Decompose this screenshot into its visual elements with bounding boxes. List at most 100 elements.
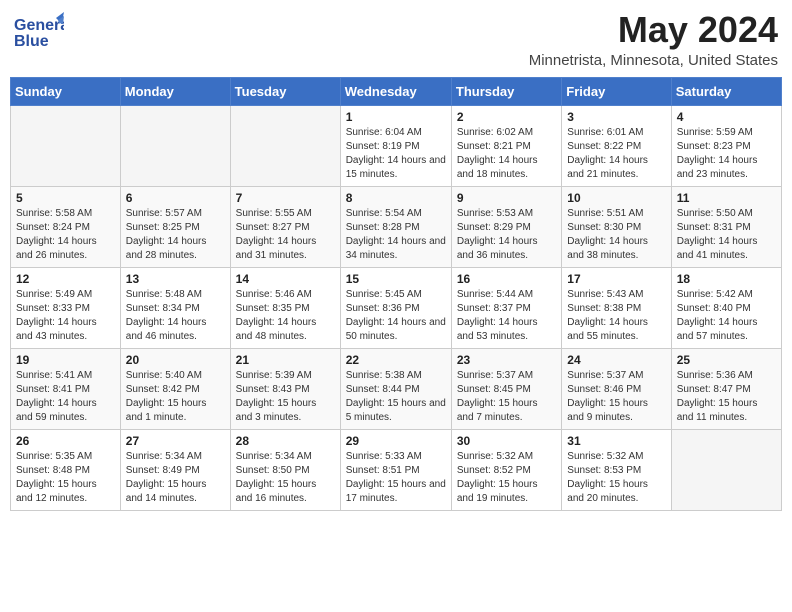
calendar-header-row: SundayMondayTuesdayWednesdayThursdayFrid… [11,77,782,105]
day-info: Sunrise: 5:55 AMSunset: 8:27 PMDaylight:… [236,207,335,263]
calendar-day-cell: 26 Sunrise: 5:35 AMSunset: 8:48 PMDayligh… [11,429,121,510]
calendar-day-cell: 12 Sunrise: 5:49 AMSunset: 8:33 PMDayligh… [11,267,121,348]
calendar-week-row: 1 Sunrise: 6:04 AMSunset: 8:19 PMDaylight… [11,105,782,186]
day-number: 2 [457,110,556,124]
day-info: Sunrise: 6:04 AMSunset: 8:19 PMDaylight:… [346,126,446,182]
calendar-day-cell: 14Sunrise: 5:46 AMSunset: 8:35 PMDayligh… [230,267,340,348]
day-info: Sunrise: 5:59 AMSunset: 8:23 PMDaylight:… [677,126,776,182]
calendar-day-cell [11,105,121,186]
day-number: 6 [126,191,225,205]
day-info: Sunrise: 5:35 AMSunset: 8:48 PMDaylight:… [16,450,115,506]
day-number: 27 [126,434,225,448]
day-info: Sunrise: 5:42 AMSunset: 8:40 PMDaylight:… [677,288,776,344]
day-number: 3 [567,110,665,124]
day-info: Sunrise: 5:49 AMSunset: 8:33 PMDaylight:… [16,288,115,344]
day-number: 23 [457,353,556,367]
calendar-day-cell: 27Sunrise: 5:34 AMSunset: 8:49 PMDayligh… [120,429,230,510]
day-number: 20 [126,353,225,367]
day-number: 11 [677,191,776,205]
calendar-day-cell: 13 Sunrise: 5:48 AMSunset: 8:34 PMDayligh… [120,267,230,348]
calendar-day-cell: 18 Sunrise: 5:42 AMSunset: 8:40 PMDayligh… [671,267,781,348]
calendar-day-cell: 9Sunrise: 5:53 AMSunset: 8:29 PMDaylight… [451,186,561,267]
calendar-day-cell: 20Sunrise: 5:40 AMSunset: 8:42 PMDayligh… [120,348,230,429]
day-number: 26 [16,434,115,448]
day-info: Sunrise: 5:50 AMSunset: 8:31 PMDaylight:… [677,207,776,263]
day-info: Sunrise: 5:33 AMSunset: 8:51 PMDaylight:… [346,450,446,506]
day-number: 10 [567,191,665,205]
calendar-day-cell: 29Sunrise: 5:33 AMSunset: 8:51 PMDayligh… [340,429,451,510]
day-of-week-header: Sunday [11,77,121,105]
logo-icon: General Blue [14,10,64,55]
calendar-day-cell: 11 Sunrise: 5:50 AMSunset: 8:31 PMDayligh… [671,186,781,267]
day-info: Sunrise: 5:36 AMSunset: 8:47 PMDaylight:… [677,369,776,425]
day-info: Sunrise: 5:34 AMSunset: 8:50 PMDaylight:… [236,450,335,506]
day-info: Sunrise: 5:32 AMSunset: 8:53 PMDaylight:… [567,450,665,506]
day-number: 5 [16,191,115,205]
calendar-day-cell: 3 Sunrise: 6:01 AMSunset: 8:22 PMDaylight… [562,105,671,186]
calendar-day-cell: 24 Sunrise: 5:37 AMSunset: 8:46 PMDayligh… [562,348,671,429]
day-number: 12 [16,272,115,286]
calendar-day-cell: 2Sunrise: 6:02 AMSunset: 8:21 PMDaylight… [451,105,561,186]
calendar-day-cell [671,429,781,510]
day-info: Sunrise: 5:32 AMSunset: 8:52 PMDaylight:… [457,450,556,506]
day-number: 24 [567,353,665,367]
day-number: 30 [457,434,556,448]
calendar-day-cell: 17 Sunrise: 5:43 AMSunset: 8:38 PMDayligh… [562,267,671,348]
calendar-day-cell: 4 Sunrise: 5:59 AMSunset: 8:23 PMDaylight… [671,105,781,186]
calendar-day-cell: 30 Sunrise: 5:32 AMSunset: 8:52 PMDayligh… [451,429,561,510]
svg-text:General: General [14,17,64,34]
day-of-week-header: Thursday [451,77,561,105]
calendar-week-row: 19 Sunrise: 5:41 AMSunset: 8:41 PMDayligh… [11,348,782,429]
calendar-day-cell: 19 Sunrise: 5:41 AMSunset: 8:41 PMDayligh… [11,348,121,429]
day-info: Sunrise: 5:57 AMSunset: 8:25 PMDaylight:… [126,207,225,263]
calendar-day-cell: 23Sunrise: 5:37 AMSunset: 8:45 PMDayligh… [451,348,561,429]
day-number: 14 [236,272,335,286]
day-number: 13 [126,272,225,286]
calendar-week-row: 26 Sunrise: 5:35 AMSunset: 8:48 PMDayligh… [11,429,782,510]
day-info: Sunrise: 5:54 AMSunset: 8:28 PMDaylight:… [346,207,446,263]
calendar-day-cell: 31Sunrise: 5:32 AMSunset: 8:53 PMDayligh… [562,429,671,510]
calendar-day-cell: 28Sunrise: 5:34 AMSunset: 8:50 PMDayligh… [230,429,340,510]
day-of-week-header: Monday [120,77,230,105]
calendar-day-cell: 22 Sunrise: 5:38 AMSunset: 8:44 PMDayligh… [340,348,451,429]
day-info: Sunrise: 5:45 AMSunset: 8:36 PMDaylight:… [346,288,446,344]
calendar-day-cell: 25 Sunrise: 5:36 AMSunset: 8:47 PMDayligh… [671,348,781,429]
location-title: Minnetrista, Minnesota, United States [529,52,778,69]
day-info: Sunrise: 5:51 AMSunset: 8:30 PMDaylight:… [567,207,665,263]
day-info: Sunrise: 6:01 AMSunset: 8:22 PMDaylight:… [567,126,665,182]
page-header: General Blue May 2024 Minnetrista, Minne… [10,10,782,69]
calendar-day-cell: 5 Sunrise: 5:58 AMSunset: 8:24 PMDaylight… [11,186,121,267]
month-title: May 2024 [529,10,778,50]
day-number: 16 [457,272,556,286]
day-number: 15 [346,272,446,286]
day-number: 17 [567,272,665,286]
day-number: 1 [346,110,446,124]
calendar-day-cell: 16Sunrise: 5:44 AMSunset: 8:37 PMDayligh… [451,267,561,348]
day-info: Sunrise: 5:41 AMSunset: 8:41 PMDaylight:… [16,369,115,425]
logo: General Blue [14,10,68,55]
day-number: 25 [677,353,776,367]
calendar-day-cell: 7 Sunrise: 5:55 AMSunset: 8:27 PMDaylight… [230,186,340,267]
day-info: Sunrise: 5:53 AMSunset: 8:29 PMDaylight:… [457,207,556,263]
calendar-day-cell: 8 Sunrise: 5:54 AMSunset: 8:28 PMDaylight… [340,186,451,267]
day-info: Sunrise: 5:48 AMSunset: 8:34 PMDaylight:… [126,288,225,344]
day-number: 21 [236,353,335,367]
day-number: 19 [16,353,115,367]
day-info: Sunrise: 5:37 AMSunset: 8:46 PMDaylight:… [567,369,665,425]
svg-text:Blue: Blue [14,33,49,50]
day-number: 8 [346,191,446,205]
day-number: 4 [677,110,776,124]
calendar-day-cell: 21 Sunrise: 5:39 AMSunset: 8:43 PMDayligh… [230,348,340,429]
day-number: 18 [677,272,776,286]
day-of-week-header: Friday [562,77,671,105]
day-info: Sunrise: 5:43 AMSunset: 8:38 PMDaylight:… [567,288,665,344]
day-info: Sunrise: 5:38 AMSunset: 8:44 PMDaylight:… [346,369,446,425]
title-section: May 2024 Minnetrista, Minnesota, United … [529,10,778,69]
day-info: Sunrise: 5:58 AMSunset: 8:24 PMDaylight:… [16,207,115,263]
day-number: 7 [236,191,335,205]
day-number: 22 [346,353,446,367]
calendar-day-cell: 10 Sunrise: 5:51 AMSunset: 8:30 PMDayligh… [562,186,671,267]
day-info: Sunrise: 5:39 AMSunset: 8:43 PMDaylight:… [236,369,335,425]
day-of-week-header: Tuesday [230,77,340,105]
calendar-day-cell: 1 Sunrise: 6:04 AMSunset: 8:19 PMDaylight… [340,105,451,186]
